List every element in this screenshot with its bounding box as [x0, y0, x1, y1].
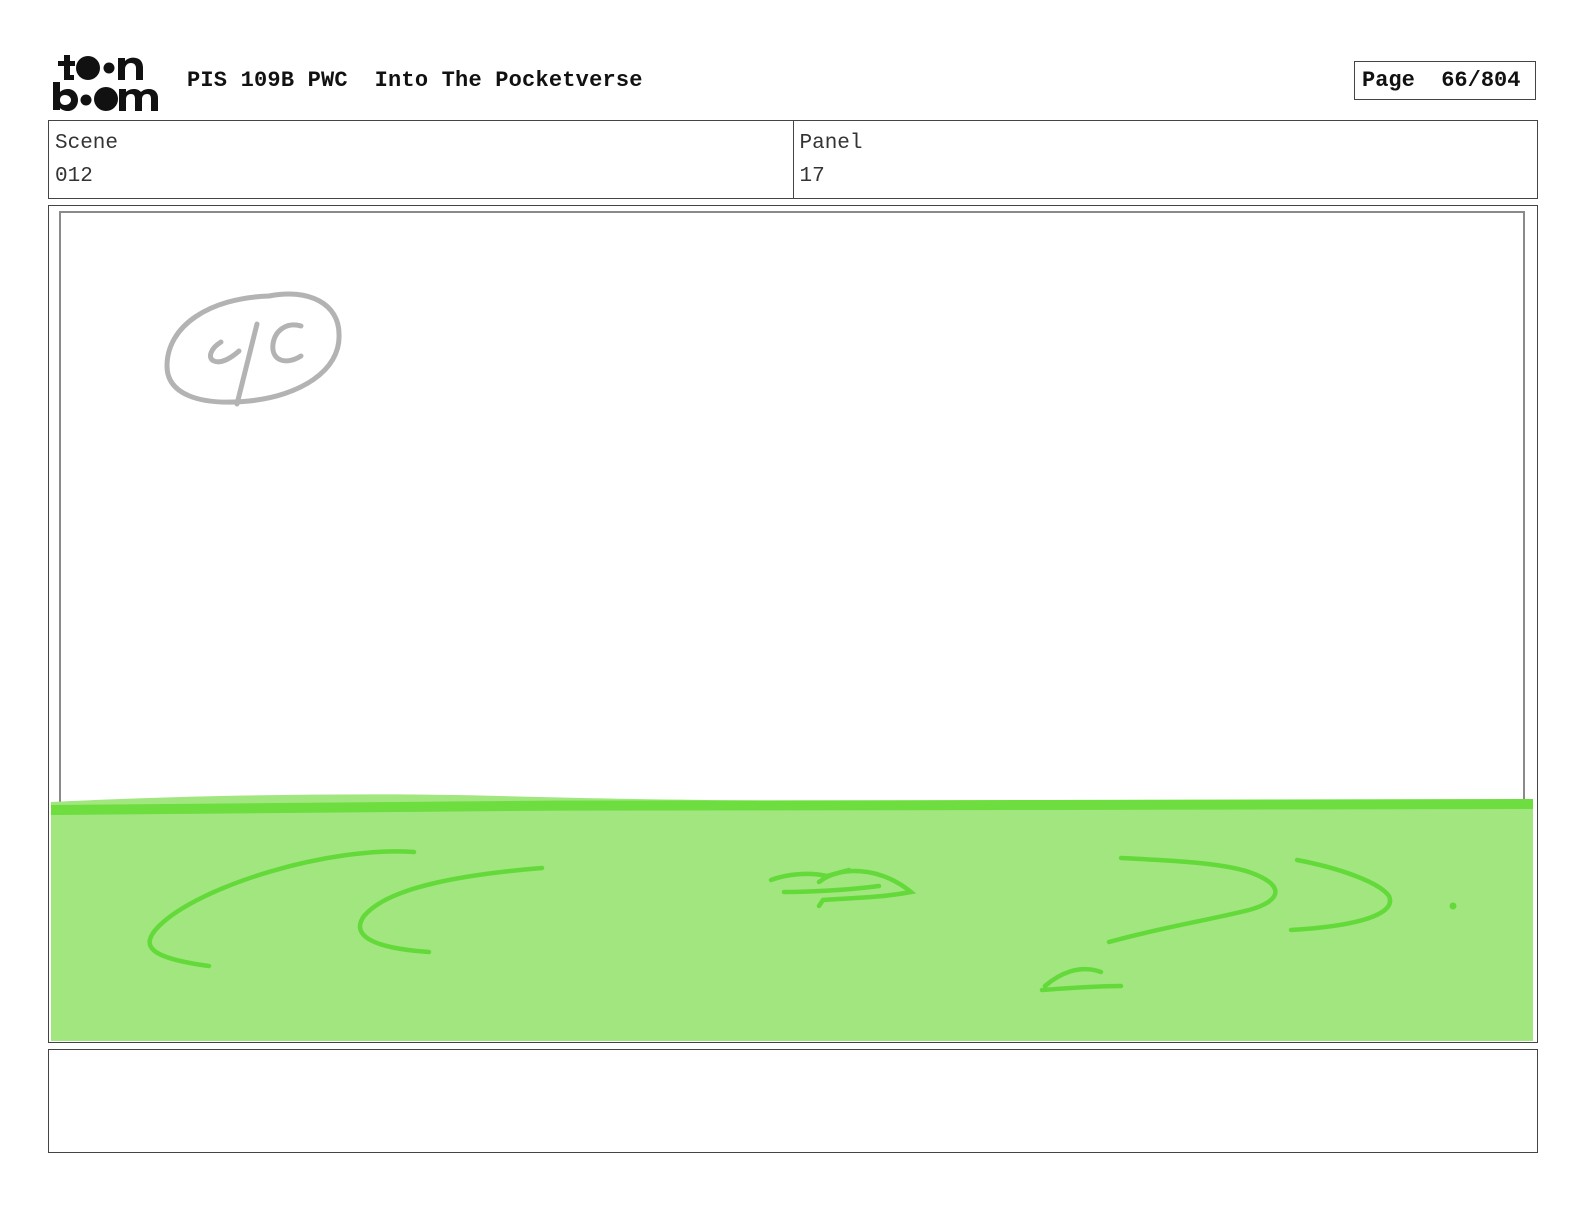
page-label: Page — [1362, 68, 1415, 93]
scene-panel-info: Scene 012 Panel 17 — [48, 120, 1538, 199]
page-indicator: Page 66/804 — [1354, 61, 1536, 100]
continued-marker-sketch — [164, 291, 342, 407]
panel-value: 17 — [799, 165, 825, 188]
panel-drawing — [50, 211, 1534, 1041]
sketch-dot — [1449, 902, 1457, 910]
scene-cell: Scene 012 — [49, 121, 793, 198]
toon-boom-logo — [52, 50, 164, 112]
ground-fill — [51, 794, 1533, 1041]
panel-notes-box — [48, 1049, 1538, 1153]
document-title: PIS 109B PWC Into The Pocketverse — [187, 68, 643, 93]
scene-label: Scene — [55, 132, 119, 155]
horizon-line — [50, 799, 1534, 815]
page-number: 66/804 — [1441, 68, 1521, 93]
storyboard-panel — [48, 205, 1538, 1043]
panel-label: Panel — [799, 132, 863, 155]
panel-cell: Panel 17 — [792, 121, 1538, 198]
scene-value: 012 — [55, 165, 93, 188]
